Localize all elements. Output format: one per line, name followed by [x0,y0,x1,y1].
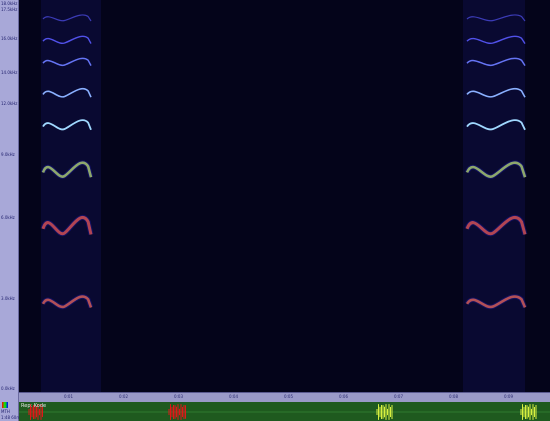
track-name: Rep: Kode [21,403,47,409]
freq-label: 6.0kHz [1,215,15,220]
freq-label: 0.0kHz [1,386,15,391]
track-info-label: MTH [1,409,10,414]
time-tick: 0:09 [504,394,513,399]
spectrogram-view[interactable] [19,0,550,392]
spectrogram-canvas[interactable] [19,0,550,392]
time-tick: 0:07 [394,394,403,399]
freq-label: 12.0kHz [1,101,18,106]
spectrogram-window: 18.0kHz 17.5kHz 16.0kHz 14.0kHz 12.0kHz … [0,0,550,421]
frequency-axis: 18.0kHz 17.5kHz 16.0kHz 14.0kHz 12.0kHz … [0,0,19,392]
time-tick: 0:01 [64,394,73,399]
time-tick: 0:06 [339,394,348,399]
freq-label: 17.5kHz [1,7,18,12]
time-tick: 0:03 [174,394,183,399]
time-axis: 0:01 0:02 0:03 0:04 0:05 0:06 0:07 0:08 … [19,392,550,402]
time-tick: 0:08 [449,394,458,399]
track-controls: MTH 1:48 60ms [0,392,22,421]
waveform-track[interactable]: Rep: Kode [19,402,550,421]
time-tick: 0:05 [284,394,293,399]
time-tick: 0:04 [229,394,238,399]
noise-band-left [41,0,101,392]
freq-label: 14.0kHz [1,70,18,75]
freq-label: 18.0kHz [1,1,18,6]
waveform-canvas[interactable] [19,402,550,421]
time-tick: 0:02 [119,394,128,399]
freq-label: 9.0kHz [1,152,15,157]
freq-label: 16.0kHz [1,36,18,41]
freq-label: 3.0kHz [1,296,15,301]
palette-icon[interactable] [2,402,8,408]
